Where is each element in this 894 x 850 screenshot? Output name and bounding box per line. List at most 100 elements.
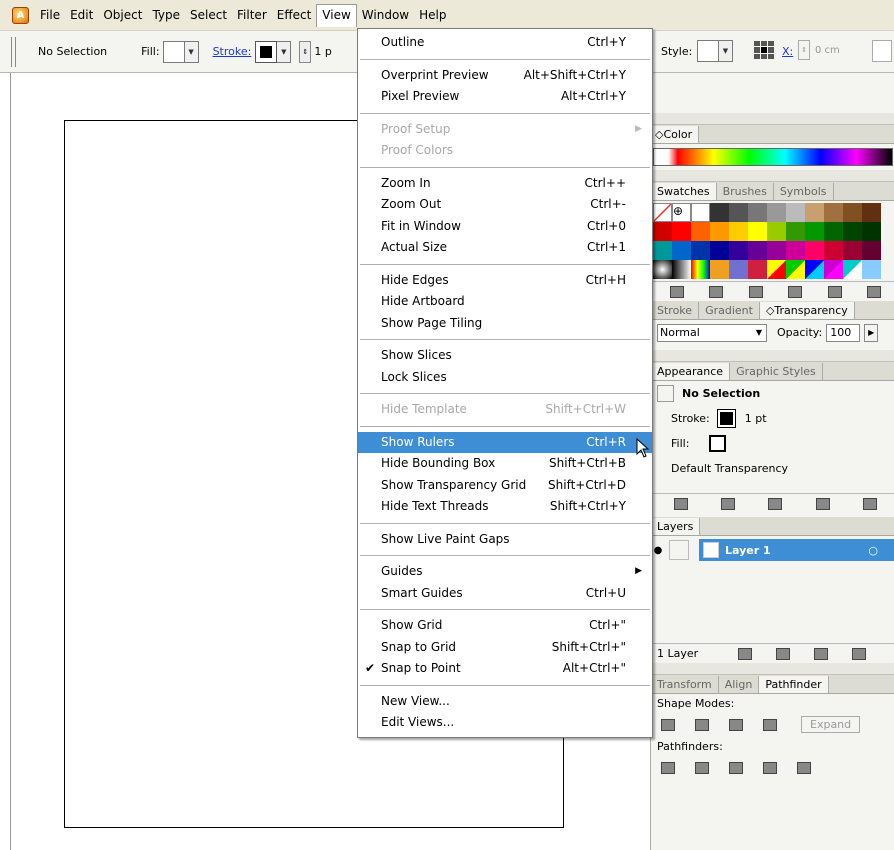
menu-item-hide-bounding-box[interactable]: Hide Bounding Box Shift+Ctrl+B <box>358 453 652 475</box>
new-art-maintains-appearance-icon[interactable] <box>673 497 688 510</box>
panel-group-header-swatches[interactable] <box>651 170 894 182</box>
style-dropdown-icon[interactable]: ▼ <box>719 40 733 62</box>
tab-align[interactable]: Align <box>719 676 760 693</box>
color-spectrum-bar[interactable] <box>653 148 893 166</box>
trim-icon[interactable] <box>695 761 709 774</box>
new-color-group-icon[interactable] <box>788 285 803 298</box>
swatch[interactable] <box>748 203 767 222</box>
appearance-fill-row[interactable]: Fill: <box>651 431 894 456</box>
swatch[interactable] <box>843 260 862 279</box>
menu-item-smart-guides[interactable]: Smart Guides Ctrl+U <box>358 583 652 605</box>
eye-icon[interactable]: ● <box>651 545 665 556</box>
swatch[interactable] <box>653 222 672 241</box>
swatch[interactable] <box>767 241 786 260</box>
stroke-weight-value[interactable]: 1 p <box>314 45 331 58</box>
menu-item-hide-template[interactable]: Hide Template Shift+Ctrl+W <box>358 399 652 421</box>
menu-edit[interactable]: Edit <box>65 5 98 25</box>
swatch[interactable] <box>767 222 786 241</box>
menu-window[interactable]: Window <box>357 5 414 25</box>
swatch[interactable] <box>862 260 881 279</box>
fill-swatch[interactable] <box>162 40 185 63</box>
create-sublayer-icon[interactable] <box>776 647 791 660</box>
menu-item-hide-text-threads[interactable]: Hide Text Threads Shift+Ctrl+Y <box>358 496 652 518</box>
swatch[interactable] <box>805 260 824 279</box>
menu-item-snap-to-grid[interactable]: Snap to Grid Shift+Ctrl+" <box>358 637 652 659</box>
swatch[interactable] <box>843 203 862 222</box>
swatch-white[interactable] <box>691 203 710 222</box>
reference-point-icon[interactable] <box>752 39 774 61</box>
target-icon[interactable]: ○ <box>868 544 878 557</box>
swatch-gradient[interactable] <box>691 260 710 279</box>
x-input-box[interactable] <box>872 40 892 62</box>
x-value-field[interactable]: 0 cm <box>815 45 840 56</box>
menu-item-show-page-tiling[interactable]: Show Page Tiling <box>358 313 652 335</box>
menu-file[interactable]: File <box>35 5 65 25</box>
menu-item-actual-size[interactable]: Actual Size Ctrl+1 <box>358 237 652 259</box>
opacity-field[interactable]: 100 <box>826 323 861 342</box>
delete-layer-icon[interactable] <box>852 647 867 660</box>
swatch[interactable] <box>710 203 729 222</box>
swatch[interactable] <box>729 203 748 222</box>
swatch[interactable] <box>824 241 843 260</box>
swatch[interactable] <box>824 222 843 241</box>
menu-item-outline[interactable]: Outline Ctrl+Y <box>358 32 652 54</box>
menu-item-hide-artboard[interactable]: Hide Artboard <box>358 291 652 313</box>
menu-item-lock-slices[interactable]: Lock Slices <box>358 367 652 389</box>
swatch[interactable] <box>653 241 672 260</box>
style-swatch[interactable] <box>697 40 719 62</box>
unite-icon[interactable] <box>661 718 675 731</box>
lock-toggle[interactable] <box>669 540 689 560</box>
layer-row[interactable]: ● Layer 1 ○ <box>651 539 894 561</box>
swatch[interactable] <box>748 241 767 260</box>
panel-group-header-appearance[interactable] <box>651 350 894 362</box>
tab-transform[interactable]: Transform <box>651 676 719 693</box>
menu-item-snap-to-point[interactable]: ✔ Snap to Point Alt+Ctrl+" <box>358 658 652 680</box>
stroke-swatch[interactable] <box>255 40 278 63</box>
delete-item-icon[interactable] <box>863 497 878 510</box>
menu-effect[interactable]: Effect <box>272 5 317 25</box>
menu-object[interactable]: Object <box>98 5 147 25</box>
menu-item-zoom-out[interactable]: Zoom Out Ctrl+- <box>358 194 652 216</box>
swatch[interactable] <box>786 241 805 260</box>
show-swatch-kinds-icon[interactable] <box>709 285 724 298</box>
menu-item-show-grid[interactable]: Show Grid Ctrl+" <box>358 615 652 637</box>
crop-icon[interactable] <box>763 761 777 774</box>
swatch[interactable] <box>862 203 881 222</box>
menu-item-show-rulers[interactable]: Show Rulers Ctrl+R <box>358 431 652 453</box>
tab-transparency[interactable]: ◇Transparency <box>759 302 855 319</box>
menu-item-fit-in-window[interactable]: Fit in Window Ctrl+0 <box>358 216 652 238</box>
duplicate-item-icon[interactable] <box>815 497 830 510</box>
tab-brushes[interactable]: Brushes <box>717 183 774 200</box>
swatch[interactable] <box>843 241 862 260</box>
x-label-link[interactable]: X: <box>782 45 793 58</box>
tab-gradient[interactable]: Gradient <box>699 302 760 319</box>
menu-item-pixel-preview[interactable]: Pixel Preview Alt+Ctrl+Y <box>358 86 652 108</box>
menu-type[interactable]: Type <box>147 5 185 25</box>
menu-item-zoom-in[interactable]: Zoom In Ctrl++ <box>358 173 652 195</box>
swatch[interactable] <box>748 222 767 241</box>
appearance-transparency-row[interactable]: Default Transparency <box>651 456 894 481</box>
merge-icon[interactable] <box>729 761 743 774</box>
swatch-pattern[interactable] <box>729 260 748 279</box>
tab-color[interactable]: ◇Color <box>651 126 700 143</box>
swatch[interactable] <box>691 241 710 260</box>
intersect-icon[interactable] <box>729 718 743 731</box>
tab-layers[interactable]: Layers <box>651 518 701 535</box>
swatch[interactable] <box>767 260 786 279</box>
swatch[interactable] <box>786 222 805 241</box>
clear-appearance-icon[interactable] <box>721 497 736 510</box>
swatch-library-icon[interactable] <box>669 285 684 298</box>
swatch-gradient[interactable] <box>653 260 672 279</box>
tab-graphic-styles[interactable]: Graphic Styles <box>730 363 823 380</box>
menu-view[interactable]: View <box>316 3 357 27</box>
swatch[interactable] <box>786 203 805 222</box>
menu-item-hide-edges[interactable]: Hide Edges Ctrl+H <box>358 270 652 292</box>
fill-dropdown-icon[interactable]: ▼ <box>184 40 199 63</box>
swatch-options-icon[interactable] <box>748 285 763 298</box>
swatch[interactable] <box>710 241 729 260</box>
new-layer-icon[interactable] <box>814 647 829 660</box>
outline-icon[interactable] <box>797 761 811 774</box>
tab-symbols[interactable]: Symbols <box>774 183 834 200</box>
make-clipping-mask-icon[interactable] <box>738 647 753 660</box>
swatch[interactable] <box>824 260 843 279</box>
